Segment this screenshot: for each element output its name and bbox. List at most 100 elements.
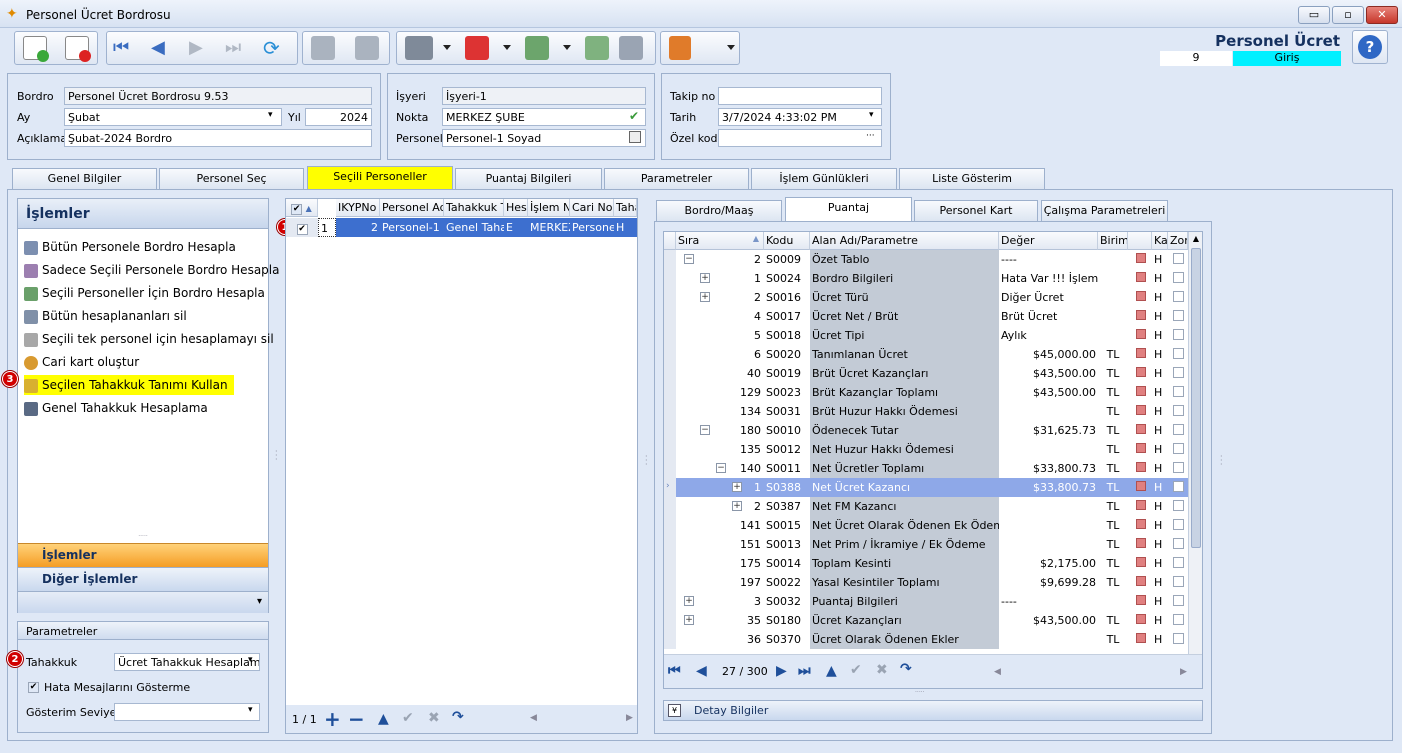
cell-zor[interactable] [1168,611,1188,630]
cell-deger[interactable]: Hata Var !!! İşlem G [999,269,1098,288]
cell-alan-adi[interactable]: Net Ücret Olarak Ödenen Ek Ödeme [810,516,999,535]
table-row[interactable]: 5 S0018 Ücret Tipi Aylık H [664,326,1188,345]
collapse-icon[interactable]: − [700,425,710,435]
hscroll-left-icon[interactable]: ◀ [530,713,537,723]
cell-alan-adi[interactable]: Net Huzur Hakkı Ödemesi [810,440,999,459]
row-indicator[interactable] [664,402,676,421]
row-indicator[interactable] [664,421,676,440]
cell-ka[interactable]: H [1152,402,1168,421]
prev-record-icon[interactable]: ◀ [151,36,175,60]
cell-zor[interactable] [1168,288,1188,307]
row-indicator[interactable] [664,364,676,383]
row-indicator[interactable] [664,269,676,288]
table-row[interactable]: +2 S0016 Ücret Türü Diğer Ücret H [664,288,1188,307]
nav-next-icon[interactable]: ▶ [776,663,787,679]
cell-kodu[interactable]: S0011 [764,459,810,478]
col-deger[interactable]: Değer [999,232,1098,250]
hscroll-right-icon[interactable]: ▶ [1180,667,1187,677]
cell-ka[interactable]: H [1152,611,1168,630]
cell-ikypno[interactable]: 2 [336,218,380,237]
yil-field[interactable]: 2024 [305,108,372,126]
ozel-field[interactable] [718,129,882,147]
maximize-button[interactable]: ▫ [1332,6,1364,24]
col-ka[interactable]: Ka [1152,232,1168,250]
cell-alan-adi[interactable]: Yasal Kesintiler Toplamı [810,573,999,592]
cell-birim[interactable] [1098,307,1128,326]
zorunlu-checkbox[interactable] [1173,557,1184,568]
collapse-icon[interactable]: − [684,254,694,264]
row-edit-icon[interactable] [1136,462,1146,472]
cell-deger[interactable] [999,516,1098,535]
cell-deger[interactable]: $43,500.00 [999,364,1098,383]
cell-kodu[interactable]: S0012 [764,440,810,459]
cell-deger[interactable]: $9,699.28 [999,573,1098,592]
nav-undo-icon[interactable]: ↷ [900,661,912,677]
tree-cell[interactable]: 141 [676,516,764,535]
cell-zor[interactable] [1168,383,1188,402]
cell-deger[interactable] [999,402,1098,421]
cell-action[interactable] [1128,516,1152,535]
col-cari-no[interactable]: Cari No [570,199,614,217]
table-row[interactable]: 175 S0014 Toplam Kesinti $2,175.00 TL H [664,554,1188,573]
cell-action[interactable] [1128,383,1152,402]
menu-tahakkuk-kullan[interactable]: Seçilen Tahakkuk Tanımı Kullan [24,375,234,395]
cell-birim[interactable]: TL [1098,554,1128,573]
cell-alan-adi[interactable]: Net Ücret Kazancı [810,478,999,497]
cell-birim[interactable]: TL [1098,516,1128,535]
cell-deger[interactable]: $33,800.73 [999,478,1098,497]
nav-first-icon[interactable]: ⏮ [668,663,681,679]
add-icon[interactable]: + [324,707,341,731]
col-taha[interactable]: Taha [614,199,637,217]
ay-dropdown-icon[interactable]: ▾ [268,110,273,120]
print-icon[interactable] [405,36,433,60]
cell-ka[interactable]: H [1152,630,1168,649]
cell-action[interactable] [1128,630,1152,649]
tree-cell[interactable]: − 140 [676,459,764,478]
col-tahakkuk[interactable]: Tahakkuk T [444,199,504,217]
cell-birim[interactable]: TL [1098,573,1128,592]
cancel-icon[interactable]: ✖ [428,710,440,726]
cell-deger[interactable]: $33,800.73 [999,459,1098,478]
row-edit-icon[interactable] [1136,557,1146,567]
row-indicator[interactable] [664,592,676,611]
row-edit-icon[interactable] [1136,329,1146,339]
cell-kodu[interactable]: S0019 [764,364,810,383]
tab-puantaj-bilgileri[interactable]: Puantaj Bilgileri [455,168,602,190]
cell-ka[interactable]: H [1152,269,1168,288]
cell-alan-adi[interactable]: Ücret Tipi [810,326,999,345]
row-edit-icon[interactable] [1136,633,1146,643]
cell-ka[interactable]: H [1152,516,1168,535]
cell-deger[interactable] [999,497,1098,516]
zorunlu-checkbox[interactable] [1173,633,1184,644]
zorunlu-checkbox[interactable] [1173,595,1184,606]
export-icon[interactable] [525,36,549,60]
tree-cell[interactable]: 4 [676,307,764,326]
table-row[interactable]: 40 S0019 Brüt Ücret Kazançları $43,500.00 TL… [664,364,1188,383]
row-edit-icon[interactable] [1136,595,1146,605]
cell-birim[interactable]: TL [1098,421,1128,440]
tree-cell[interactable]: +3 [676,592,764,611]
tab-genel-bilgiler[interactable]: Genel Bilgiler [12,168,157,190]
table-row[interactable]: −2 S0009 Özet Tablo ---- H [664,250,1188,269]
cell-ka[interactable]: H [1152,535,1168,554]
save-close-icon[interactable] [355,36,379,60]
cell-birim[interactable]: TL [1098,535,1128,554]
nav-overflow[interactable]: ▾ [18,591,268,613]
vscrollbar[interactable]: ▲ ▼ [1188,232,1202,672]
zorunlu-checkbox[interactable] [1173,538,1184,549]
select-all-checkbox[interactable]: ✔ [291,204,303,215]
cell-zor[interactable] [1168,497,1188,516]
nav-islemler[interactable]: İşlemler [18,543,268,567]
cell-kodu[interactable]: S0015 [764,516,810,535]
menu-cari-kart[interactable]: Cari kart oluştur [24,352,139,372]
cell-action[interactable] [1128,611,1152,630]
cell-deger[interactable]: Diğer Ücret [999,288,1098,307]
table-row[interactable]: 36 S0370 Ücret Olarak Ödenen Ekler TL H [664,630,1188,649]
zorunlu-checkbox[interactable] [1173,500,1184,511]
cell-ka[interactable]: H [1152,250,1168,269]
cell-kodu[interactable]: S0023 [764,383,810,402]
tree-cell[interactable]: +2 [676,497,764,516]
cell-ka[interactable]: H [1152,288,1168,307]
left-splitter[interactable]: · · · [275,448,278,464]
rtab-calisma-parametreleri[interactable]: Çalışma Parametreleri [1041,200,1168,222]
